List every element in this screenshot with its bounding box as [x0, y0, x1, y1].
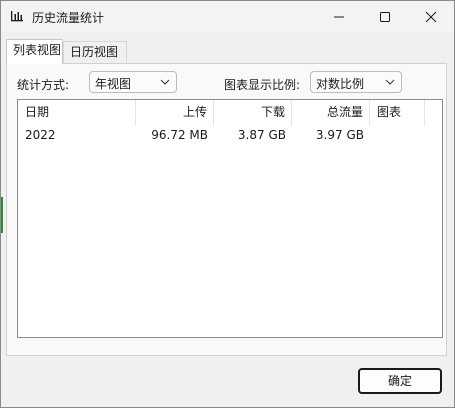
- column-header-chart[interactable]: 图表: [370, 100, 425, 126]
- cell-total: 3.97 GB: [315, 128, 364, 142]
- cell-download: 3.87 GB: [237, 128, 286, 142]
- minimize-icon: [334, 16, 344, 18]
- close-icon: [425, 11, 437, 23]
- maximize-icon: [380, 12, 390, 22]
- stat-mode-label: 统计方式:: [17, 78, 70, 92]
- chart-scale-dropdown[interactable]: 对数比例: [310, 71, 402, 93]
- stat-mode-value: 年视图: [95, 77, 132, 91]
- minimize-button[interactable]: [316, 1, 362, 32]
- close-button[interactable]: [408, 1, 454, 32]
- background-window-edge: [1, 197, 3, 233]
- column-header-date[interactable]: 日期: [18, 100, 136, 126]
- bar-chart-icon: [10, 9, 24, 23]
- window-title: 历史流量统计: [32, 11, 105, 25]
- tab-list-view[interactable]: 列表视图: [6, 39, 63, 64]
- stat-mode-dropdown[interactable]: 年视图: [89, 71, 177, 93]
- chevron-down-icon: [385, 79, 395, 85]
- chart-scale-label: 图表显示比例:: [224, 78, 301, 92]
- maximize-button[interactable]: [362, 1, 408, 32]
- chevron-down-icon: [160, 79, 170, 85]
- column-header-download[interactable]: 下载: [214, 100, 292, 126]
- ok-button[interactable]: 确定: [358, 368, 442, 394]
- table-row[interactable]: 2022 96.72 MB 3.87 GB 3.97 GB: [18, 124, 442, 146]
- title-bar[interactable]: 历史流量统计: [1, 1, 454, 32]
- dialog-footer: 确定: [1, 357, 454, 407]
- tab-calendar-view[interactable]: 日历视图: [63, 41, 127, 63]
- cell-chart: [370, 124, 425, 146]
- chart-scale-value: 对数比例: [316, 77, 365, 91]
- column-header-total[interactable]: 总流量: [292, 100, 370, 126]
- cell-date: 2022: [25, 128, 56, 142]
- cell-upload: 96.72 MB: [151, 128, 208, 142]
- history-traffic-window: 历史流量统计 列表视图 日历视图 统计方式: 年视图 图表显示比例: 对数比例 …: [0, 0, 455, 408]
- traffic-table[interactable]: 日期 上传 下载 总流量 图表 2022 96.72 MB 3.87 GB 3.…: [17, 99, 443, 338]
- list-view-panel: 统计方式: 年视图 图表显示比例: 对数比例 日期 上传 下载 总流量 图表 2…: [6, 63, 447, 356]
- column-header-upload[interactable]: 上传: [136, 100, 214, 126]
